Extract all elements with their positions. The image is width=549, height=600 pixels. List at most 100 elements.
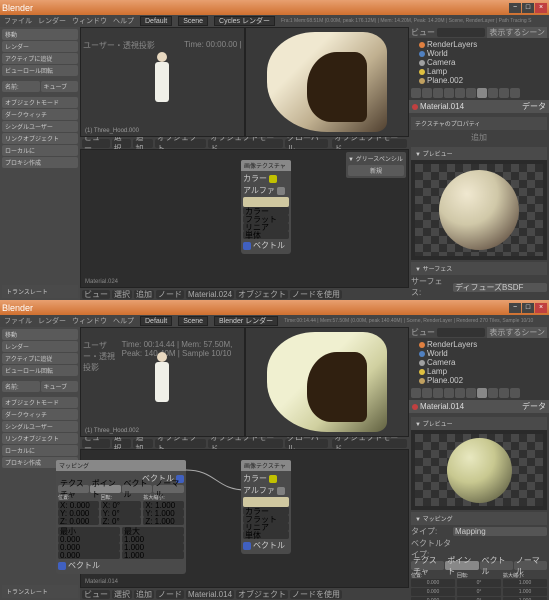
vp-menu-object[interactable]: オブジェクト	[155, 139, 206, 148]
menu-render[interactable]: レンダー	[38, 316, 66, 326]
node-editor[interactable]: マッピング ベクトル テクスチャ ポイント ベクトル ノーマル 位置: X: 0…	[80, 449, 409, 588]
viewport-right[interactable]	[245, 27, 410, 137]
tool-btn[interactable]: オブジェクトモード	[2, 97, 78, 108]
tool-btn[interactable]: アクティブに追従	[2, 353, 78, 364]
vp-menu-add[interactable]: 追加	[133, 139, 153, 148]
tool-btn[interactable]: ビューロール回転	[2, 365, 78, 376]
vp-menu-view[interactable]: ビュー	[82, 439, 110, 448]
engine-dropdown[interactable]: Blender レンダー	[214, 316, 278, 326]
nf-select[interactable]: 選択	[112, 290, 132, 299]
num-field[interactable]: 1.000	[503, 579, 547, 587]
num-field[interactable]: 0°	[457, 579, 501, 587]
tab-scene-icon[interactable]	[433, 88, 443, 98]
tool-btn[interactable]: リンクオブジェクト	[2, 433, 78, 444]
outliner[interactable]: RenderLayers World Camera Lamp Plane.002	[409, 338, 549, 386]
tab-object-icon[interactable]	[455, 88, 465, 98]
tool-btn[interactable]: ダークウィッチ	[2, 409, 78, 420]
tab-layers-icon[interactable]	[422, 88, 432, 98]
tex-property-label[interactable]: テクスチャのプロパティ	[411, 117, 547, 130]
vp-mode2[interactable]: オブジェクトモード	[332, 139, 407, 148]
nf-obj[interactable]: オブジェクト	[236, 290, 288, 299]
tab-texture-icon[interactable]	[488, 388, 498, 398]
tab-render-icon[interactable]	[411, 388, 421, 398]
material-name[interactable]: Material.014	[420, 102, 464, 111]
menu-window[interactable]: ウィンドウ	[72, 16, 107, 26]
menu-help[interactable]: ヘルプ	[113, 316, 134, 326]
tool-btn[interactable]: レンダー	[2, 341, 78, 352]
tool-btn[interactable]: 移動	[2, 29, 78, 40]
surface-header[interactable]: ▼ サーフェス	[411, 262, 547, 275]
loc-z[interactable]: Z: 0.000	[58, 517, 99, 525]
tab-texture-icon[interactable]	[488, 88, 498, 98]
viewport-left[interactable]: ユーザー・透視投影Time: 00:14.44 | Mem: 57.50M, P…	[80, 327, 245, 437]
vp-mode2[interactable]: オブジェクトモード	[332, 439, 407, 448]
nf-view[interactable]: ビュー	[82, 290, 110, 299]
nf-usenodes[interactable]: ノードを使用	[290, 290, 342, 299]
gp-new-btn[interactable]: 新規	[348, 165, 404, 176]
ol-layer-btn[interactable]: 表示するシーン	[487, 27, 547, 38]
vp-menu-select[interactable]: 選択	[112, 139, 132, 148]
tool-btn[interactable]: アクティブに追従	[2, 53, 78, 64]
scene-dropdown[interactable]: Scene	[178, 16, 208, 26]
minimize-button[interactable]: −	[509, 303, 521, 313]
close-button[interactable]: ×	[535, 3, 547, 13]
num-field[interactable]: 1.000	[503, 588, 547, 596]
tool-btn[interactable]: オブジェクトモード	[2, 397, 78, 408]
tab-particle-icon[interactable]	[499, 88, 509, 98]
scale-z[interactable]: Z: 1.000	[143, 517, 184, 525]
nf-select[interactable]: 選択	[112, 590, 132, 599]
vp-orient[interactable]: グローバル	[285, 139, 328, 148]
nf-node[interactable]: ノード	[156, 290, 184, 299]
data-mode[interactable]: データ	[522, 401, 546, 412]
tool-btn[interactable]: リンクオブジェクト	[2, 133, 78, 144]
vt-point[interactable]: ポイント	[445, 561, 478, 570]
tool-btn[interactable]: ローカルに	[2, 445, 78, 456]
ol-search[interactable]	[437, 28, 485, 37]
menu-help[interactable]: ヘルプ	[113, 16, 134, 26]
map-tab-active[interactable]: ポイント	[90, 485, 121, 493]
socket-icon[interactable]	[243, 242, 251, 250]
menu-render[interactable]: レンダー	[38, 16, 66, 26]
socket-icon[interactable]	[269, 475, 277, 483]
tab-modifier-icon[interactable]	[466, 88, 476, 98]
nf-mat[interactable]: Material.024	[186, 290, 234, 299]
socket-icon[interactable]	[269, 175, 277, 183]
minimize-button[interactable]: −	[509, 3, 521, 13]
menu-window[interactable]: ウィンドウ	[72, 316, 107, 326]
preview-header[interactable]: ▼ プレビュー	[411, 147, 547, 160]
vp-menu-add[interactable]: 追加	[133, 439, 153, 448]
translate-panel[interactable]: トランスレート	[2, 285, 78, 298]
maximize-button[interactable]: □	[522, 3, 534, 13]
tab-layers-icon[interactable]	[422, 388, 432, 398]
rot-z[interactable]: Z: 0°	[101, 517, 142, 525]
name-field[interactable]: キューブ	[41, 381, 79, 392]
vp-mode-dropdown[interactable]: オブジェクトモード	[208, 439, 283, 448]
nf-add[interactable]: 追加	[134, 290, 154, 299]
tool-btn[interactable]: 移動	[2, 329, 78, 340]
nf-obj[interactable]: オブジェクト	[236, 590, 288, 599]
tool-btn[interactable]: レンダー	[2, 41, 78, 52]
engine-dropdown[interactable]: Cycles レンダー	[214, 16, 275, 26]
nf-mat[interactable]: Material.014	[186, 590, 234, 599]
translate-panel[interactable]: トランスレート	[2, 585, 78, 598]
vp-mode-dropdown[interactable]: オブジェクトモード	[208, 139, 283, 148]
tool-btn[interactable]: ローカルに	[2, 145, 78, 156]
tab-material-icon[interactable]	[477, 388, 487, 398]
vt-vec[interactable]: ベクトル	[480, 561, 513, 570]
socket-icon[interactable]	[243, 542, 251, 550]
tab-material-icon[interactable]	[477, 88, 487, 98]
num-field[interactable]: 0°	[457, 588, 501, 596]
ol-menu-view[interactable]: ビュー	[411, 327, 435, 338]
num-field[interactable]: 0.000	[411, 579, 455, 587]
image-texture-node[interactable]: 画像テクスチャ カラー アルファ カラー フラット リニア 単体 ベクトル	[241, 460, 291, 554]
vp-menu-select[interactable]: 選択	[112, 439, 132, 448]
nf-add[interactable]: 追加	[134, 590, 154, 599]
ol-search[interactable]	[437, 328, 485, 337]
material-name[interactable]: Material.014	[420, 402, 464, 411]
tab-world-icon[interactable]	[444, 88, 454, 98]
mapping-header[interactable]: ▼ マッピング	[411, 512, 547, 525]
node-editor[interactable]: ▼ グリースペンシル 新規 画像テクスチャ カラー アルファ カラー フラット …	[80, 149, 409, 288]
tool-btn[interactable]: ダークウィッチ	[2, 109, 78, 120]
image-texture-node[interactable]: 画像テクスチャ カラー アルファ カラー フラット リニア 単体 ベクトル	[241, 160, 291, 254]
tab-scene-icon[interactable]	[433, 388, 443, 398]
